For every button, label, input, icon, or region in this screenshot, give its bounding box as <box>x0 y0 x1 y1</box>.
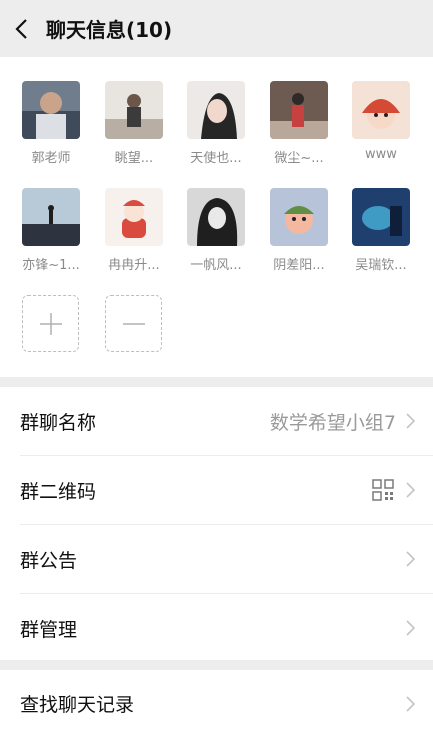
add-member-button[interactable] <box>22 295 79 352</box>
search-chat-history-row[interactable]: 查找聊天记录 <box>20 670 433 737</box>
group-qrcode-row[interactable]: 群二维码 <box>20 456 433 525</box>
member-item[interactable]: 阴差阳... <box>264 188 334 273</box>
member-name: 郭老师 <box>31 151 71 166</box>
row-label: 群二维码 <box>20 480 97 503</box>
member-name: 吴瑞钦... <box>355 258 407 273</box>
member-avatar[interactable] <box>270 188 328 246</box>
member-item[interactable]: 冉冉升... <box>99 188 169 273</box>
member-avatar[interactable] <box>22 81 80 139</box>
group-settings-list: 群聊名称 数学希望小组7 群二维码 群公告 群管理 <box>0 387 433 660</box>
member-item[interactable]: 眺望... <box>99 81 169 166</box>
member-name: www <box>365 147 397 162</box>
search-history-section: 查找聊天记录 <box>0 670 433 737</box>
chevron-right-icon <box>406 620 415 636</box>
member-avatar[interactable] <box>187 188 245 246</box>
group-name-value: 数学希望小组7 <box>269 411 396 434</box>
member-avatar[interactable] <box>105 81 163 139</box>
member-name: 亦锋~1... <box>22 258 80 273</box>
member-item[interactable]: 天使也... <box>181 81 251 166</box>
member-item[interactable]: www <box>346 81 416 162</box>
member-avatar[interactable] <box>352 188 410 246</box>
chevron-right-icon <box>406 482 415 498</box>
member-name: 微尘~... <box>274 151 324 166</box>
section-divider <box>0 660 433 670</box>
member-item[interactable]: 亦锋~1... <box>16 188 86 273</box>
plus-icon <box>39 312 62 335</box>
member-avatar[interactable] <box>22 188 80 246</box>
member-grid: 郭老师 眺望... 天使也... 微尘~... www 亦锋~1... 冉冉升.… <box>0 57 433 377</box>
member-avatar[interactable] <box>352 81 410 139</box>
chevron-right-icon <box>406 413 415 429</box>
member-item[interactable]: 一帆风... <box>181 188 251 273</box>
group-name-row[interactable]: 群聊名称 数学希望小组7 <box>20 387 433 456</box>
group-management-row[interactable]: 群管理 <box>20 594 433 662</box>
chevron-right-icon <box>406 551 415 567</box>
back-button[interactable] <box>0 0 44 57</box>
header-bar: 聊天信息(10) <box>0 0 433 57</box>
minus-icon <box>122 322 145 325</box>
member-item[interactable]: 郭老师 <box>16 81 86 166</box>
qr-code-icon <box>372 479 394 501</box>
member-name: 天使也... <box>190 151 242 166</box>
row-label: 查找聊天记录 <box>20 694 135 716</box>
chevron-right-icon <box>406 695 415 712</box>
member-avatar[interactable] <box>187 81 245 139</box>
member-name: 一帆风... <box>190 258 242 273</box>
section-divider <box>0 377 433 387</box>
member-name: 眺望... <box>114 151 154 166</box>
member-item[interactable]: 微尘~... <box>264 81 334 166</box>
member-avatar[interactable] <box>105 188 163 246</box>
remove-member-button[interactable] <box>105 295 162 352</box>
row-label: 群管理 <box>20 618 78 641</box>
member-item[interactable]: 吴瑞钦... <box>346 188 416 273</box>
member-avatar[interactable] <box>270 81 328 139</box>
row-label: 群公告 <box>20 549 78 572</box>
group-notice-row[interactable]: 群公告 <box>20 525 433 594</box>
page-title: 聊天信息(10) <box>46 18 173 42</box>
row-label: 群聊名称 <box>20 411 97 434</box>
member-name: 阴差阳... <box>273 258 325 273</box>
back-arrow-icon <box>15 18 27 39</box>
member-name: 冉冉升... <box>108 258 160 273</box>
